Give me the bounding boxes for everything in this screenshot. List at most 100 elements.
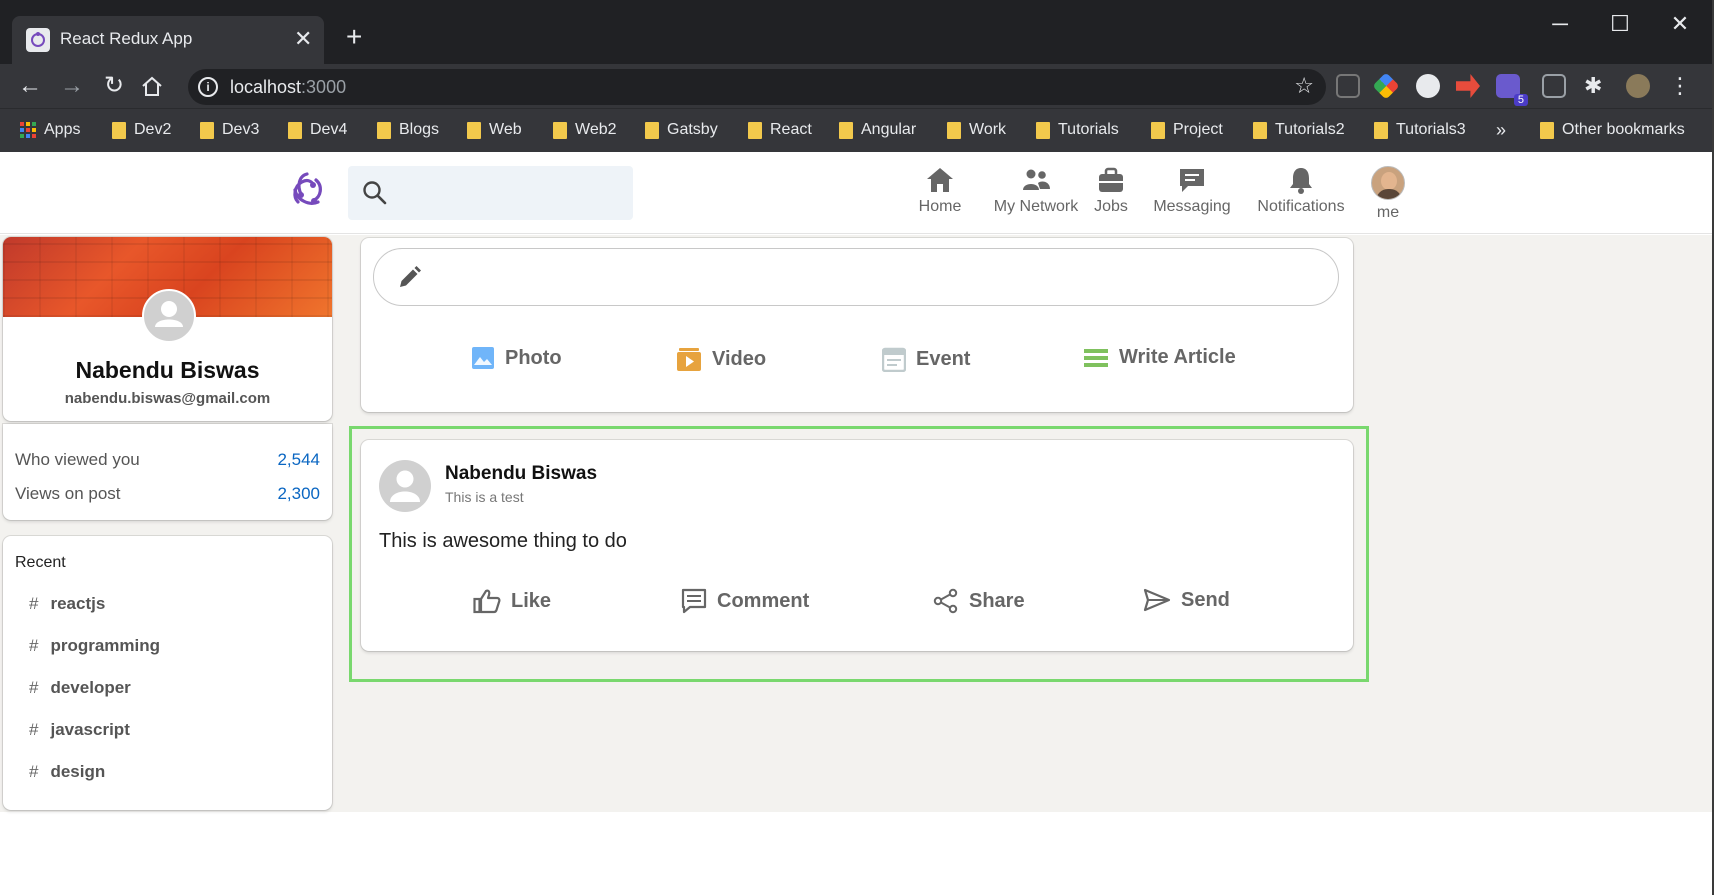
nav-messaging[interactable]: Messaging	[1150, 166, 1234, 216]
bookmark-folder[interactable]: Tutorials2	[1253, 118, 1345, 142]
bookmark-folder[interactable]: Tutorials3	[1374, 118, 1466, 142]
close-window-button[interactable]: ✕	[1660, 10, 1700, 38]
minimize-button[interactable]: ─	[1540, 10, 1580, 38]
hash-icon: #	[29, 636, 39, 655]
bookmark-label: React	[770, 121, 812, 138]
bookmark-folder[interactable]: Angular	[839, 118, 916, 142]
thumbs-up-icon	[473, 589, 501, 614]
browser-menu-icon[interactable]: ⋮	[1668, 74, 1692, 98]
bookmark-folder[interactable]: Tutorials	[1036, 118, 1119, 142]
like-button[interactable]: Like	[473, 588, 551, 614]
profile-card: Nabendu Biswas nabendu.biswas@gmail.com	[3, 237, 332, 421]
recent-tag-developer[interactable]: # developer	[29, 678, 131, 698]
bookmark-folder[interactable]: Dev2	[112, 118, 171, 142]
hash-icon: #	[29, 762, 39, 781]
comment-button[interactable]: Comment	[681, 588, 809, 614]
nav-jobs[interactable]: Jobs	[1090, 166, 1132, 216]
recent-card: Recent # reactjs # programming # developer …	[3, 536, 332, 810]
folder-icon	[947, 121, 961, 139]
browser-tab[interactable]: React Redux App ✕	[12, 16, 324, 64]
folder-icon	[1374, 121, 1388, 139]
extension-badge-icon[interactable]: 5	[1496, 74, 1528, 106]
post-author-avatar[interactable]	[379, 460, 431, 512]
home-browser-icon[interactable]	[140, 75, 164, 99]
extension-json-icon[interactable]	[1336, 74, 1360, 98]
bookmark-label: Project	[1173, 121, 1223, 138]
write-post-input[interactable]	[373, 248, 1339, 306]
extension-colorful-icon[interactable]	[1372, 72, 1400, 100]
reload-icon[interactable]: ↻	[98, 70, 130, 102]
bookmark-label: Angular	[861, 121, 917, 138]
post-action-label: Send	[1181, 588, 1230, 611]
share-video-button[interactable]: Video	[676, 346, 766, 372]
bookmark-folder[interactable]: Blogs	[377, 118, 439, 142]
bookmark-folder[interactable]: Web	[467, 118, 522, 142]
folder-icon	[839, 121, 853, 139]
bookmark-label: Tutorials2	[1275, 121, 1345, 138]
profile-name[interactable]: Nabendu Biswas	[3, 357, 332, 384]
extension-arrow-icon[interactable]	[1456, 74, 1480, 98]
bookmark-folder[interactable]: React	[748, 118, 812, 142]
bookmarks-bar: Apps Dev2 Dev3 Dev4 Blogs Web Web2 Gatsb…	[0, 108, 1712, 152]
avatar	[1371, 166, 1405, 200]
pencil-icon	[400, 266, 421, 287]
bookmark-label: Dev4	[310, 121, 348, 138]
tab-close-icon[interactable]: ✕	[294, 26, 312, 52]
nav-notifications[interactable]: Notifications	[1253, 166, 1349, 216]
bookmark-label: Other bookmarks	[1562, 121, 1685, 138]
bookmarks-overflow-button[interactable]: »	[1496, 118, 1506, 142]
extension-circle-icon[interactable]	[1416, 74, 1440, 98]
stat-value: 2,300	[277, 484, 320, 503]
recent-tag-javascript[interactable]: # javascript	[29, 720, 130, 740]
recent-tag-reactjs[interactable]: # reactjs	[29, 594, 105, 614]
nav-my-network[interactable]: My Network	[980, 166, 1092, 216]
recent-tag-programming[interactable]: # programming	[29, 636, 160, 656]
new-tab-button[interactable]: +	[346, 22, 362, 52]
stat-row-views-on-post[interactable]: Views on post 2,300	[15, 484, 320, 508]
share-write-article-button[interactable]: Write Article	[1083, 346, 1236, 369]
back-arrow-icon[interactable]: ←	[14, 70, 46, 102]
recent-tag-design[interactable]: # design	[29, 762, 105, 782]
nav-home[interactable]: Home	[908, 166, 972, 216]
tab-strip: React Redux App ✕ + ─ ☐ ✕	[0, 0, 1712, 64]
user-silhouette-icon	[390, 470, 420, 502]
bookmark-apps[interactable]: Apps	[20, 118, 80, 142]
maximize-button[interactable]: ☐	[1600, 10, 1640, 38]
share-box: Photo Video Event Write Article	[361, 238, 1353, 412]
folder-icon	[288, 121, 302, 139]
bookmark-folder[interactable]: Dev3	[200, 118, 259, 142]
share-photo-button[interactable]: Photo	[471, 346, 562, 370]
bookmark-folder[interactable]: Work	[947, 118, 1006, 142]
extension-window-icon[interactable]	[1542, 74, 1566, 98]
forward-arrow-icon[interactable]: →	[56, 70, 88, 102]
browser-toolbar: ← → ↻ i localhost:3000 ☆ 5 ✱ ⋮	[0, 64, 1712, 108]
address-bar[interactable]: i localhost:3000 ☆	[188, 69, 1326, 105]
folder-icon	[377, 121, 391, 139]
nav-label: My Network	[993, 198, 1079, 215]
stat-row-who-viewed[interactable]: Who viewed you 2,544	[15, 450, 320, 474]
bookmark-other[interactable]: Other bookmarks	[1540, 118, 1685, 142]
profile-avatar-icon[interactable]	[1626, 74, 1650, 98]
bookmark-folder[interactable]: Dev4	[288, 118, 347, 142]
bookmark-label: Dev3	[222, 121, 260, 138]
site-info-icon[interactable]: i	[198, 77, 218, 97]
nav-me[interactable]: me	[1368, 166, 1408, 222]
redux-logo-icon[interactable]	[283, 166, 331, 214]
share-event-button[interactable]: Event	[882, 346, 970, 372]
bookmark-folder[interactable]: Web2	[553, 118, 617, 142]
search-input[interactable]	[348, 166, 633, 220]
extensions-puzzle-icon[interactable]: ✱	[1584, 74, 1608, 98]
send-button[interactable]: Send	[1143, 588, 1230, 612]
share-button[interactable]: Share	[933, 588, 1025, 614]
bookmark-star-icon[interactable]: ☆	[1294, 73, 1314, 99]
bookmark-label: Tutorials3	[1396, 121, 1466, 138]
tag-label: javascript	[50, 720, 130, 739]
hash-icon: #	[29, 678, 39, 697]
post-author-name[interactable]: Nabendu Biswas	[445, 463, 597, 485]
bookmark-label: Work	[969, 121, 1007, 138]
nav-label: Jobs	[1094, 198, 1128, 215]
bookmark-folder[interactable]: Project	[1151, 118, 1223, 142]
bookmark-folder[interactable]: Gatsby	[645, 118, 718, 142]
profile-avatar[interactable]	[142, 289, 196, 343]
folder-icon	[1151, 121, 1165, 139]
